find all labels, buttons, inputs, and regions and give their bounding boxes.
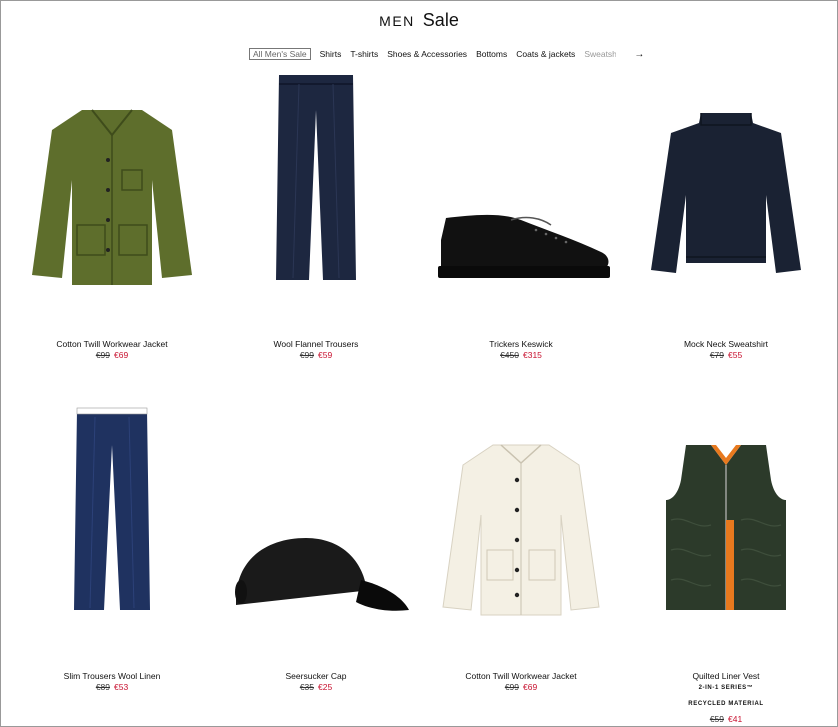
tab-shirts[interactable]: Shirts [320,49,342,59]
tab-sweatshirts[interactable]: Sweatshirts [584,49,616,59]
tab-all-mens-sale[interactable]: All Men's Sale [249,48,311,60]
old-price: €59 [709,714,724,724]
sale-price: €69 [114,350,129,360]
category-nav: All Men's Sale Shirts T-shirts Shoes & A… [249,47,644,61]
sale-price: €315 [523,350,542,360]
material-tag: RECYCLED MATERIAL [688,701,764,707]
product-name[interactable]: Quilted Liner Vest [626,671,826,681]
tab-shoes-accessories[interactable]: Shoes & Accessories [387,49,467,59]
product-name[interactable]: Wool Flannel Trousers [216,339,416,349]
product-name[interactable]: Trickers Keswick [421,339,621,349]
sale-price: €59 [318,350,333,360]
tab-coats-jackets[interactable]: Coats & jackets [516,49,575,59]
old-price: €89 [95,682,110,692]
old-price: €79 [709,350,724,360]
product-prices: €99 €69 [12,350,212,360]
product-name[interactable]: Seersucker Cap [216,671,416,681]
vest-icon[interactable] [626,440,826,630]
sale-price: €41 [728,714,743,724]
product-prices: €35 €25 [216,682,416,692]
product-prices: €99 €69 [421,682,621,692]
tab-t-shirts[interactable]: T-shirts [350,49,378,59]
product-name[interactable]: Mock Neck Sweatshirt [626,339,826,349]
arrow-right-icon[interactable]: → [634,49,644,60]
page-title: MEN Sale [0,10,838,31]
product-name[interactable]: Cotton Twill Workwear Jacket [12,339,212,349]
product-prices: €59 €41 [626,714,826,724]
sale-price: €53 [114,682,129,692]
old-price: €99 [504,682,519,692]
product-prices: €99 €59 [216,350,416,360]
series-label: 2-IN-1 SERIES™ [698,685,754,691]
section-label: MEN [379,13,415,29]
shoe-icon[interactable] [421,200,621,300]
jacket-icon[interactable] [12,100,212,300]
trousers-icon[interactable] [12,405,212,630]
product-prices: €79 €55 [626,350,826,360]
sale-price: €69 [523,682,538,692]
old-price: €99 [95,350,110,360]
product-prices: €450 €315 [421,350,621,360]
cap-icon[interactable] [216,530,416,630]
product-name[interactable]: Slim Trousers Wool Linen [12,671,212,681]
title-text: Sale [422,10,459,30]
product-name[interactable]: Cotton Twill Workwear Jacket [421,671,621,681]
sweatshirt-icon[interactable] [626,105,826,300]
tab-bottoms[interactable]: Bottoms [476,49,507,59]
old-price: €450 [500,350,519,360]
sale-price: €25 [318,682,333,692]
old-price: €99 [299,350,314,360]
product-prices: €89 €53 [12,682,212,692]
old-price: €35 [299,682,314,692]
sale-price: €55 [728,350,743,360]
trousers-icon[interactable] [216,70,416,300]
jacket-icon[interactable] [421,435,621,630]
